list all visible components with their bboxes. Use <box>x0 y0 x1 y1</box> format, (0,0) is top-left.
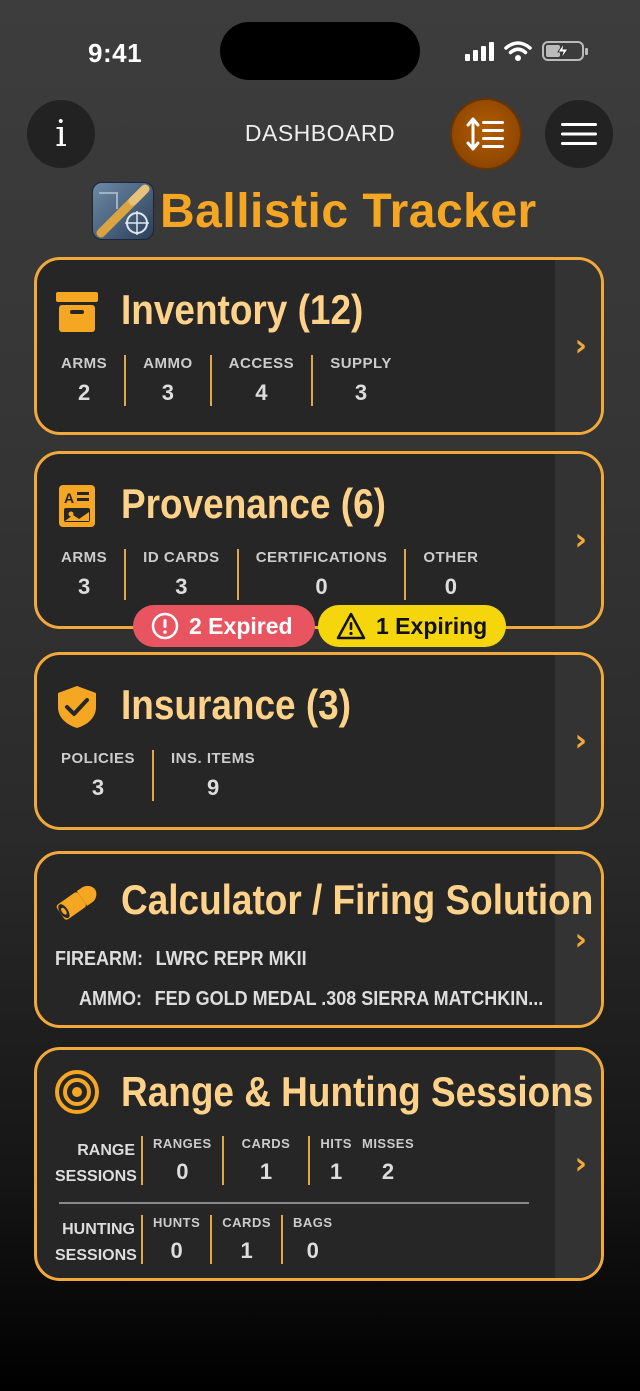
app-logo <box>92 182 154 240</box>
dynamic-island <box>220 22 420 80</box>
firearm-label: FIREARM: <box>55 948 143 970</box>
firearm-value: LWRC REPR MKII <box>155 948 307 970</box>
stat-other: OTHER 0 <box>404 549 495 600</box>
stat-access: ACCESS 4 <box>209 355 312 406</box>
chevron-right-icon: › <box>574 922 587 957</box>
calculator-title: Calculator / Firing Solution <box>121 876 594 923</box>
nav-title: DASHBOARD <box>244 120 396 146</box>
stat-misses: MISSES 2 <box>361 1136 415 1184</box>
expiring-label: 1 Expiring <box>376 612 488 639</box>
status-bar: 9:41 <box>0 0 640 100</box>
chevron-right-icon: › <box>574 1146 587 1182</box>
provenance-card[interactable]: › A Provenance (6) ARMS 3 ID CARDS 3 CERTI… <box>34 451 604 629</box>
firearm-row: FIREARM: LWRC REPR MKII <box>55 948 307 971</box>
app-title: Ballistic Tracker <box>160 184 537 238</box>
wifi-icon <box>504 41 532 61</box>
cellular-signal-icon <box>465 41 494 61</box>
ammo-row: AMMO: FED GOLD MEDAL .308 SIERRA MATCHKIN… <box>79 988 543 1011</box>
sessions-card[interactable]: › Range & Hunting Sessions RANGE SESSION… <box>34 1047 604 1281</box>
hunting-sessions-label: HUNTING SESSIONS <box>55 1221 137 1264</box>
ammo-label: AMMO: <box>79 988 142 1010</box>
calculator-card[interactable]: › Calculator / Firing Solution FIREARM: L… <box>34 851 604 1028</box>
stat-hunts: HUNTS 0 <box>141 1215 210 1264</box>
stat-supply: SUPPLY 3 <box>311 355 409 406</box>
provenance-stats: ARMS 3 ID CARDS 3 CERTIFICATIONS 0 OTHER 0 <box>55 549 495 600</box>
status-time: 9:41 <box>88 38 143 68</box>
stat-cards: CARDS 1 <box>221 1136 309 1185</box>
expired-label: 2 Expired <box>189 612 293 639</box>
stat-cards: CARDS 1 <box>210 1215 281 1264</box>
hamburger-menu-icon <box>561 123 597 145</box>
status-icons <box>465 40 588 62</box>
target-icon <box>55 1070 99 1114</box>
inventory-stats: ARMS 2 AMMO 3 ACCESS 4 SUPPLY 3 <box>55 355 409 406</box>
insurance-stats: POLICIES 3 INS. ITEMS 9 <box>55 750 272 801</box>
hunting-stats: HUNTS 0 CARDS 1 BAGS 0 <box>141 1215 343 1264</box>
stat-ammo: AMMO 3 <box>124 355 210 406</box>
inventory-card[interactable]: › Inventory (12) ARMS 2 AMMO 3 ACCESS 4 SUP… <box>34 257 604 435</box>
stat-id-cards: ID CARDS 3 <box>124 549 237 600</box>
sessions-divider <box>59 1202 529 1204</box>
insurance-title: Insurance (3) <box>121 681 352 728</box>
range-stats: RANGES 0 CARDS 1 HITS 1 MISSES 2 <box>141 1136 424 1185</box>
expiring-badge[interactable]: 1 Expiring <box>318 605 506 647</box>
warning-triangle-icon <box>336 612 366 640</box>
app-header: Ballistic Tracker <box>92 182 537 240</box>
archive-box-icon <box>56 292 98 332</box>
stat-bags: BAGS 0 <box>281 1215 343 1264</box>
inventory-title: Inventory (12) <box>121 286 364 333</box>
stat-arms: ARMS 3 <box>61 549 108 599</box>
stat-arms: ARMS 2 <box>61 355 108 405</box>
range-sessions-label: RANGE SESSIONS <box>55 1142 137 1185</box>
stat-policies: POLICIES 3 <box>61 750 136 800</box>
shield-check-icon <box>58 686 96 728</box>
bullet-icon <box>56 885 97 920</box>
sessions-title: Range & Hunting Sessions <box>121 1068 594 1115</box>
stat-hits: HITS 1 <box>308 1136 362 1185</box>
chevron-right-icon: › <box>574 328 587 364</box>
provenance-title: Provenance (6) <box>121 480 386 527</box>
stat-certifications: CERTIFICATIONS 0 <box>236 549 405 600</box>
stat-ins-items: INS. ITEMS 9 <box>152 750 272 801</box>
sort-icon <box>466 117 504 151</box>
insurance-card[interactable]: › Insurance (3) POLICIES 3 INS. ITEMS 9 <box>34 652 604 830</box>
sort-button[interactable] <box>452 100 520 168</box>
chevron-right-icon: › <box>574 522 587 558</box>
ammo-value: FED GOLD MEDAL .308 SIERRA MATCHKIN... <box>154 988 544 1010</box>
id-card-icon: A <box>59 485 95 527</box>
stat-ranges: RANGES 0 <box>141 1136 222 1185</box>
battery-icon <box>542 41 588 61</box>
chevron-right-icon: › <box>574 723 587 759</box>
expired-badge[interactable]: 2 Expired <box>133 605 315 647</box>
alert-circle-icon <box>151 612 179 640</box>
svg-text:A: A <box>64 490 74 506</box>
menu-button[interactable] <box>545 100 613 168</box>
